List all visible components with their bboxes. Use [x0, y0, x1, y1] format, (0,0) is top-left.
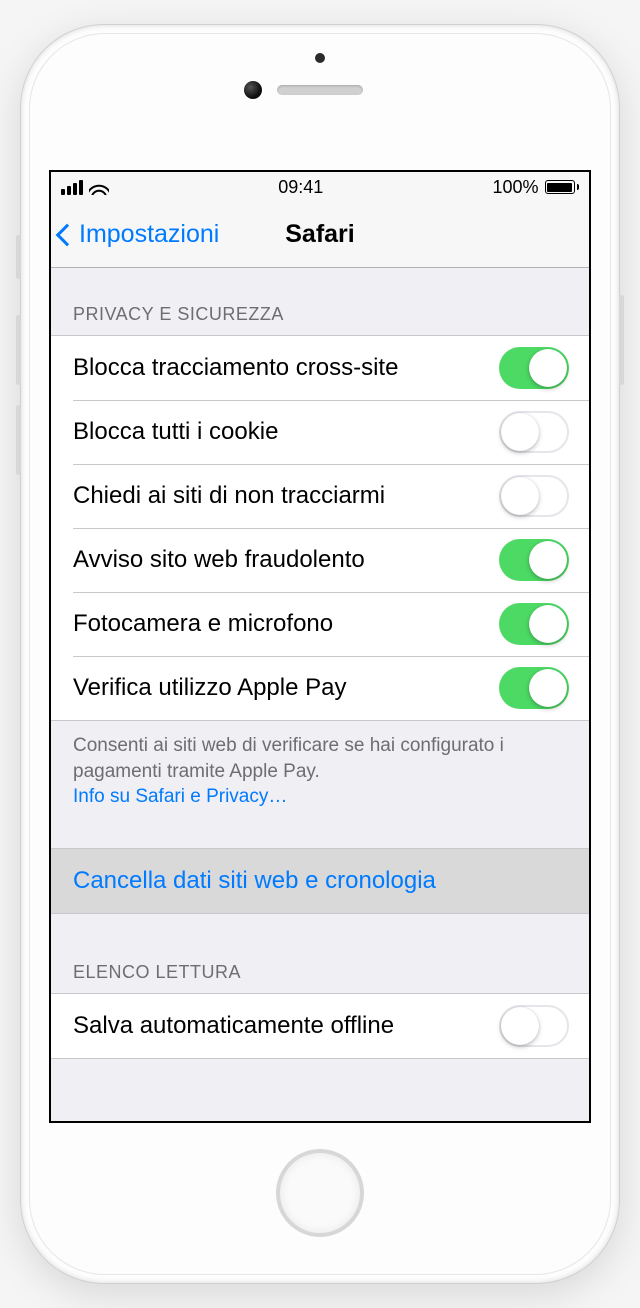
battery-percent: 100% — [492, 177, 538, 198]
home-button[interactable] — [276, 1149, 364, 1237]
row-label: Verifica utilizzo Apple Pay — [73, 674, 346, 702]
row-label: Cancella dati siti web e cronologia — [73, 867, 436, 895]
row-fraud-warning[interactable]: Avviso sito web fraudolento — [51, 528, 589, 592]
battery-icon — [545, 180, 580, 194]
privacy-group: Blocca tracciamento cross-site Blocca tu… — [51, 335, 589, 721]
reading-list-group: Salva automaticamente offline — [51, 993, 589, 1059]
navigation-bar: Impostazioni Safari — [51, 202, 589, 268]
back-button[interactable]: Impostazioni — [51, 220, 219, 249]
toggle-fraud-warning[interactable] — [499, 539, 569, 581]
proximity-sensor — [315, 53, 325, 63]
section-header-privacy: PRIVACY E SICUREZZA — [51, 268, 589, 335]
row-do-not-track[interactable]: Chiedi ai siti di non tracciarmi — [51, 464, 589, 528]
privacy-footer-text: Consenti ai siti web di verificare se ha… — [73, 735, 504, 782]
volume-up-button — [16, 315, 21, 385]
clear-group: Cancella dati siti web e cronologia — [51, 848, 589, 914]
power-button — [619, 295, 624, 385]
row-cross-site-tracking[interactable]: Blocca tracciamento cross-site — [51, 336, 589, 400]
volume-down-button — [16, 405, 21, 475]
row-label: Blocca tutti i cookie — [73, 418, 278, 446]
front-camera — [244, 81, 262, 99]
status-bar: 09:41 100% — [51, 172, 589, 202]
row-block-cookies[interactable]: Blocca tutti i cookie — [51, 400, 589, 464]
row-label: Chiedi ai siti di non tracciarmi — [73, 482, 385, 510]
status-time: 09:41 — [278, 177, 323, 198]
screen: 09:41 100% Impostazioni Safari PRIVACY E… — [49, 170, 591, 1123]
toggle-block-cookies[interactable] — [499, 411, 569, 453]
row-label: Salva automaticamente offline — [73, 1012, 394, 1040]
toggle-camera-microphone[interactable] — [499, 603, 569, 645]
back-button-label: Impostazioni — [79, 220, 219, 249]
privacy-footer: Consenti ai siti web di verificare se ha… — [51, 721, 589, 818]
row-apple-pay-check[interactable]: Verifica utilizzo Apple Pay — [51, 656, 589, 720]
privacy-footer-link[interactable]: Info su Safari e Privacy… — [73, 786, 287, 807]
cellular-signal-icon — [61, 180, 83, 195]
section-header-reading-list: ELENCO LETTURA — [51, 914, 589, 993]
row-clear-history[interactable]: Cancella dati siti web e cronologia — [51, 849, 589, 913]
row-save-offline[interactable]: Salva automaticamente offline — [51, 994, 589, 1058]
row-camera-microphone[interactable]: Fotocamera e microfono — [51, 592, 589, 656]
earpiece-speaker — [277, 85, 363, 95]
row-label: Blocca tracciamento cross-site — [73, 354, 398, 382]
device-top-sensors — [21, 85, 619, 95]
settings-content[interactable]: PRIVACY E SICUREZZA Blocca tracciamento … — [51, 268, 589, 1121]
mute-switch — [16, 235, 21, 279]
toggle-apple-pay-check[interactable] — [499, 667, 569, 709]
toggle-cross-site-tracking[interactable] — [499, 347, 569, 389]
row-label: Avviso sito web fraudolento — [73, 546, 365, 574]
row-label: Fotocamera e microfono — [73, 610, 333, 638]
toggle-do-not-track[interactable] — [499, 475, 569, 517]
chevron-left-icon — [56, 223, 79, 246]
wifi-icon — [89, 180, 109, 195]
iphone-device-frame: 09:41 100% Impostazioni Safari PRIVACY E… — [20, 24, 620, 1284]
toggle-save-offline[interactable] — [499, 1005, 569, 1047]
